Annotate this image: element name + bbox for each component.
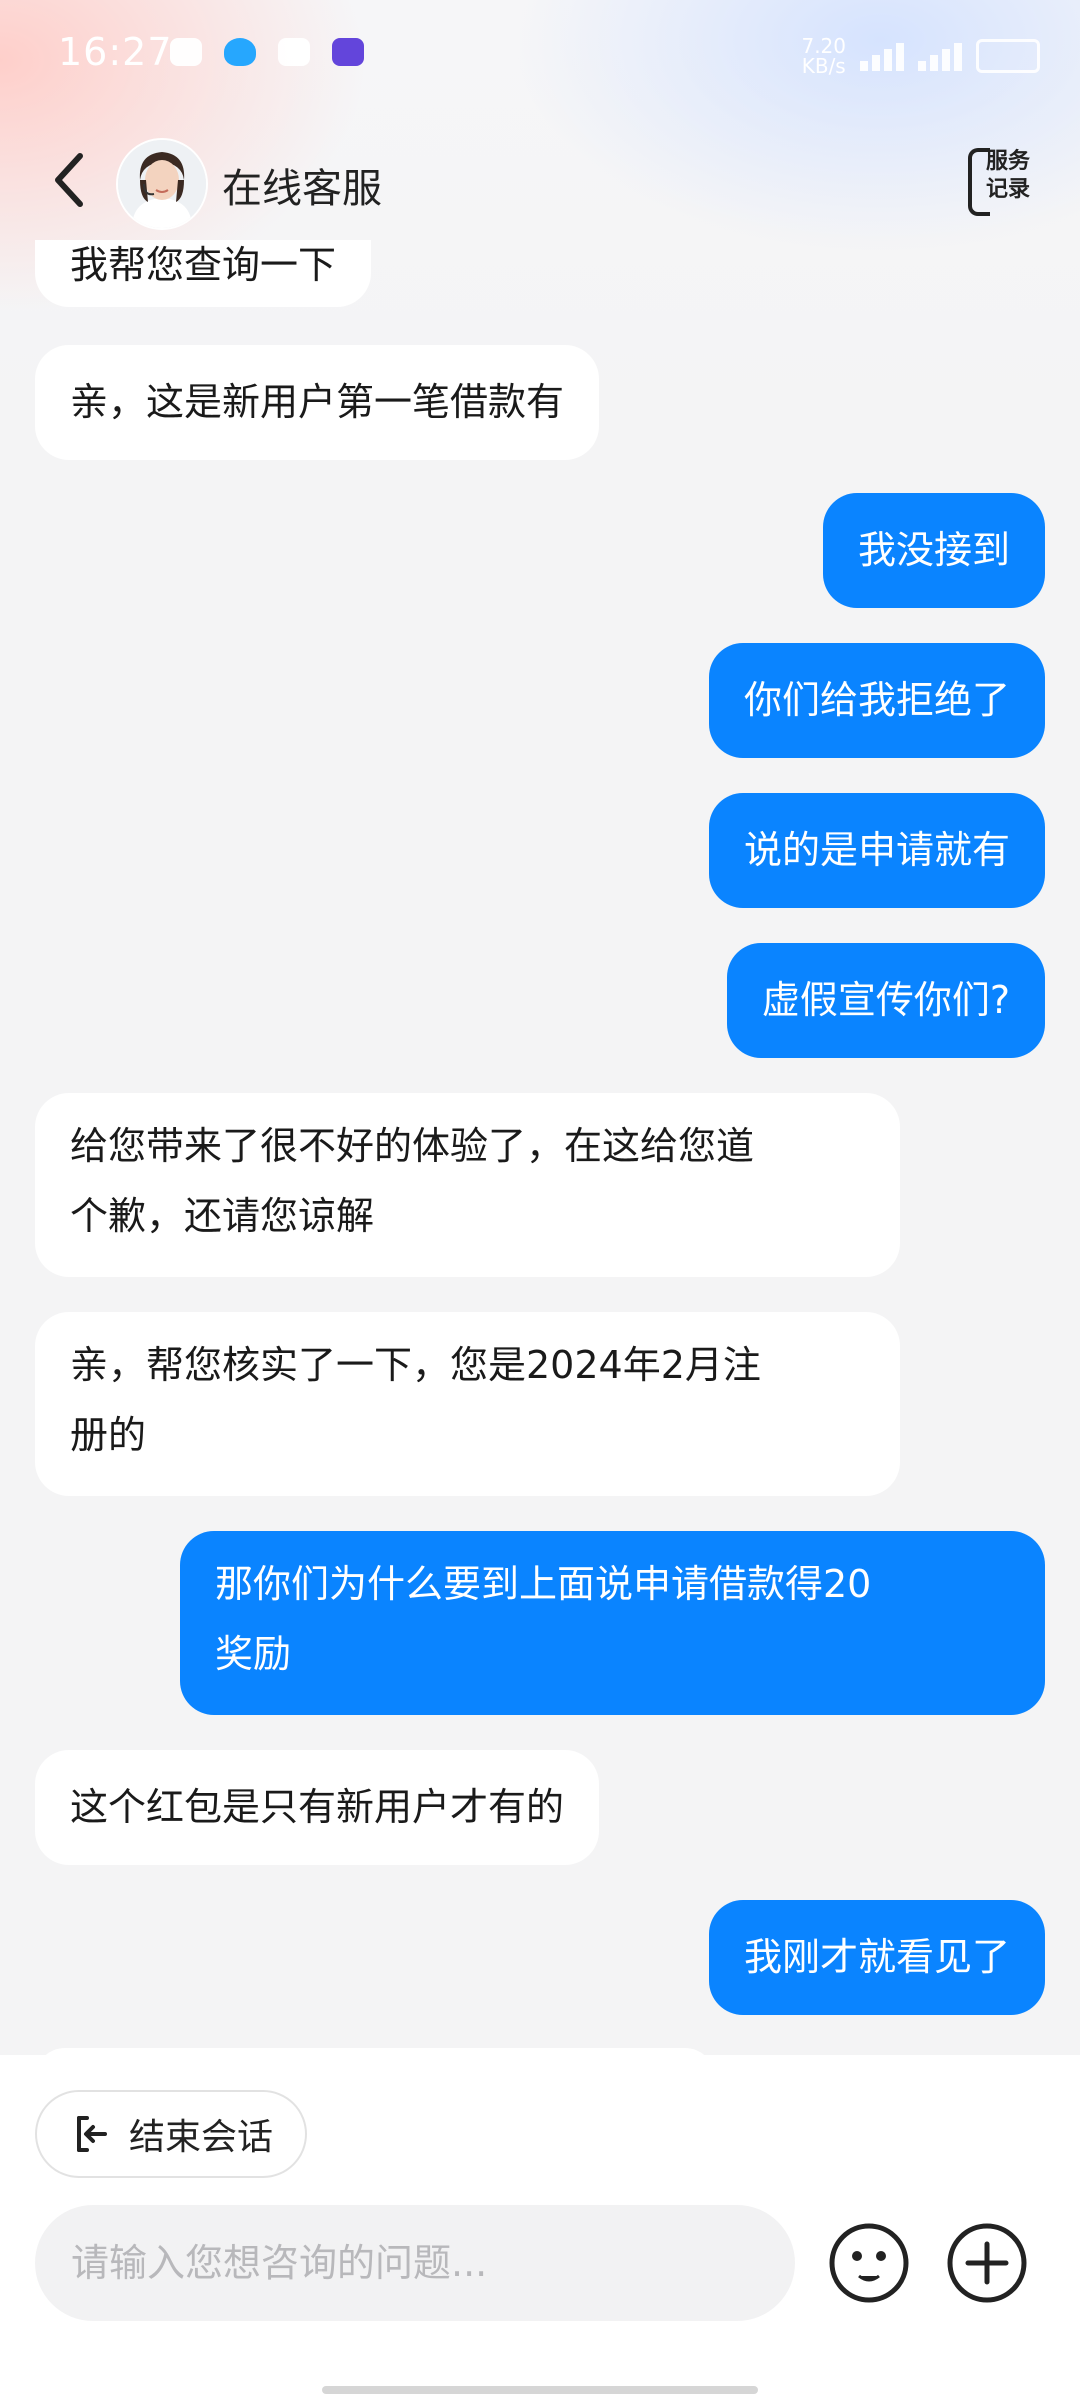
emoji-icon xyxy=(829,2223,909,2303)
chat-message-agent: 我帮您查询一下 xyxy=(35,240,372,307)
chat-message-agent: 亲，这是新用户第一笔借款有 xyxy=(35,345,600,460)
signal-icon xyxy=(860,41,904,71)
back-button[interactable] xyxy=(40,150,100,210)
end-session-icon xyxy=(77,2116,107,2152)
message-input-container[interactable] xyxy=(35,2205,795,2321)
chat-message-agent: 给您带来了很不好的体验了，在这给您道 个歉，还请您谅解 xyxy=(35,1093,900,1277)
battery-icon xyxy=(976,39,1040,73)
service-record-button[interactable]: 服务 记录 xyxy=(968,148,1038,216)
home-indicator[interactable] xyxy=(322,2386,758,2394)
chat-message-user: 虚假宣传你们? xyxy=(726,943,1045,1058)
chat-message-agent: 这个红包是只有新用户才有的 xyxy=(35,1750,600,1865)
plus-icon xyxy=(947,2223,1027,2303)
chat-footer: 结束会话 xyxy=(0,2055,1080,2400)
chat-message-user: 说的是申请就有 xyxy=(708,793,1045,908)
chat-message-agent: 亲，帮您核实了一下，您是2024年2月注 册的 xyxy=(35,1312,900,1496)
status-indicators: 7.20 KB/s xyxy=(801,36,1040,76)
agent-avatar-image xyxy=(118,140,206,228)
status-time: 16:27 xyxy=(58,30,173,74)
signal-icon-2 xyxy=(918,41,962,71)
message-input[interactable] xyxy=(35,2205,795,2321)
chat-message-user: 我没接到 xyxy=(822,493,1045,608)
status-bar: 16:27 7.20 KB/s xyxy=(0,0,1080,110)
more-options-button[interactable] xyxy=(946,2222,1028,2304)
net-speed: 7.20 KB/s xyxy=(801,34,846,78)
notification-icons xyxy=(170,38,364,66)
chat-message-agent-partial xyxy=(35,2048,715,2055)
end-session-label: 结束会话 xyxy=(129,2117,274,2158)
tieba-notification-icon xyxy=(332,38,364,66)
chat-message-user: 那你们为什么要到上面说申请借款得20 奖励 xyxy=(180,1531,1045,1715)
service-record-label-1: 服务 xyxy=(986,149,1031,174)
message-notification-icon xyxy=(170,38,202,66)
page-title: 在线客服 xyxy=(222,166,382,212)
service-record-label-2: 记录 xyxy=(986,177,1031,202)
back-arrow-icon xyxy=(55,153,83,207)
agent-avatar[interactable] xyxy=(116,138,208,230)
chat-message-user: 我刚才就看见了 xyxy=(708,1900,1045,2015)
chat-message-list[interactable]: 我帮您查询一下 亲，这是新用户第一笔借款有 我没接到 你们给我拒绝了 说的是申请… xyxy=(0,240,1080,2055)
end-session-button[interactable]: 结束会话 xyxy=(35,2090,307,2178)
qq-notification-icon xyxy=(224,38,256,66)
chat-message-user: 你们给我拒绝了 xyxy=(708,643,1045,758)
chat-header: 在线客服 服务 记录 xyxy=(0,120,1080,250)
wechat-notification-icon xyxy=(278,38,310,66)
emoji-button[interactable] xyxy=(828,2222,910,2304)
